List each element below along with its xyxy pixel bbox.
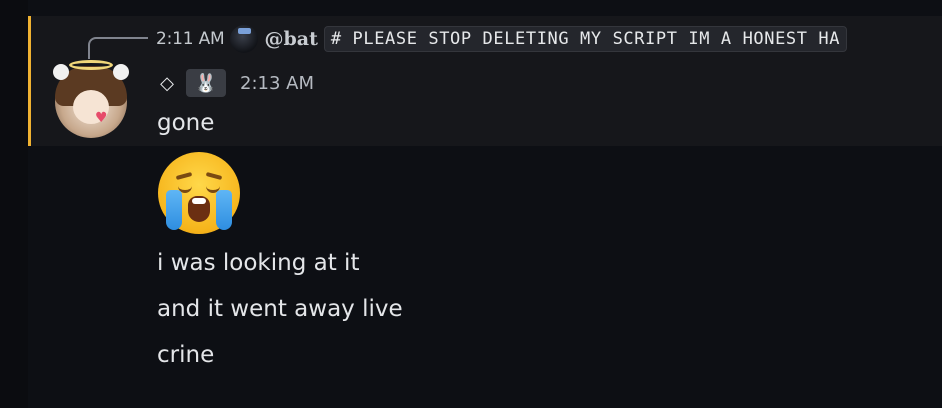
reply-spine [88, 37, 148, 59]
wing-icon [53, 64, 69, 80]
diamond-icon[interactable]: ◇ [158, 73, 176, 94]
halo-icon [69, 60, 113, 70]
message-line: crine [157, 342, 215, 368]
message-timestamp[interactable]: 2:13 AM [240, 73, 314, 94]
bunny-icon[interactable]: 🐰 [186, 69, 226, 97]
reply-username[interactable]: @bat [264, 28, 317, 50]
reply-time: 2:11 AM [156, 29, 225, 49]
chat-view: 2:11 AM @bat # PLEASE STOP DELETING MY S… [0, 0, 942, 408]
heart-icon: ♥ [95, 110, 108, 126]
reply-avatar[interactable] [230, 25, 259, 53]
message-line: gone [157, 110, 215, 136]
wing-icon [113, 64, 129, 80]
message-header: ◇ 🐰 2:13 AM [158, 68, 314, 98]
message-line: i was looking at it [157, 250, 360, 276]
reply-snippet[interactable]: # PLEASE STOP DELETING MY SCRIPT IM A HO… [323, 26, 848, 52]
avatar[interactable]: ♥ [53, 60, 129, 138]
sob-emoji [158, 152, 240, 234]
message-line: and it went away live [157, 296, 403, 322]
channel-gutter [0, 0, 28, 408]
reply-preview[interactable]: 2:11 AM @bat # PLEASE STOP DELETING MY S… [156, 24, 848, 54]
mention-bar [28, 16, 31, 146]
